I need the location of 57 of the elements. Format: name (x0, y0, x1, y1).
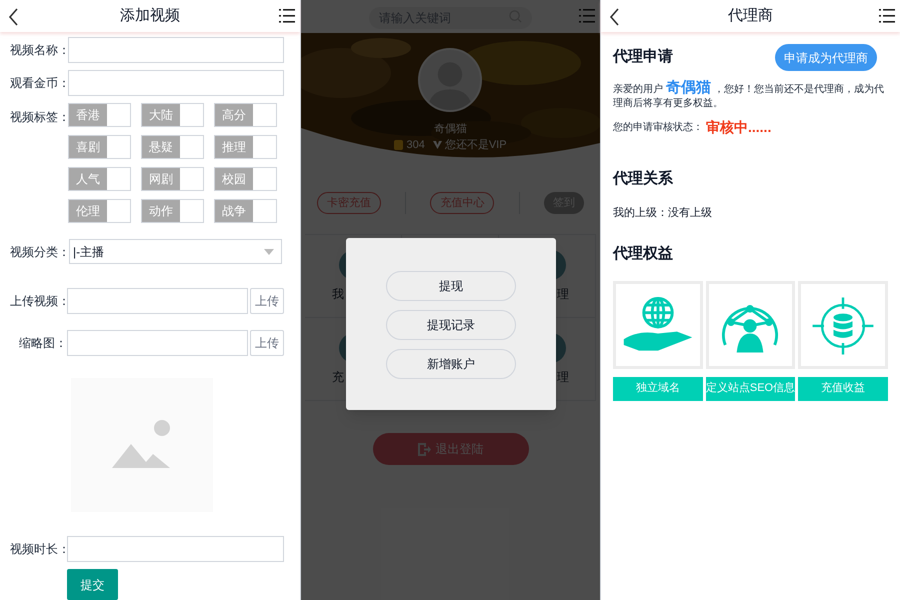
tag-checkbox[interactable]: 网剧 (141, 167, 204, 191)
field-label: 视频标签： (10, 109, 67, 126)
tag-checkbox[interactable]: 大陆 (141, 103, 204, 127)
file-input[interactable] (67, 330, 248, 356)
menu-tile-label[interactable]: 充 (332, 368, 344, 386)
benefit-label: 充值收益 (798, 376, 888, 400)
tag-checkbox[interactable]: 人气 (68, 167, 131, 191)
back-icon[interactable] (8, 7, 18, 27)
tag-checkbox[interactable]: 推理 (214, 135, 277, 159)
field-label: 视频名称： (10, 42, 67, 58)
section-heading: 代理权益 (613, 244, 674, 264)
menu-tile-label[interactable]: 理 (557, 368, 569, 386)
dialog-option-button[interactable]: 提现 (386, 271, 516, 301)
vip-status: 您还不是VIP (444, 138, 507, 153)
relation-text: 我的上级：没有上级 (613, 206, 713, 220)
page-title: 添加视频 (120, 6, 180, 26)
field-label: 视频时长： (10, 541, 67, 558)
coin-count: 304 (406, 138, 425, 153)
section-heading: 代理关系 (613, 169, 674, 189)
select-field[interactable]: |-主播 (69, 239, 282, 264)
upload-button[interactable]: 上传 (250, 288, 284, 314)
image-placeholder-icon (112, 420, 172, 470)
section-heading: 代理申请 (613, 47, 673, 68)
dropdown-arrow-icon (264, 248, 274, 254)
greeting-text: 亲爱的用户 奇偶猫 ，您好！您当前还不是代理商，成为代理商后将享有更多权益。 (613, 81, 885, 111)
field-label: 观看金币： (10, 74, 67, 92)
status-label: 您的申请审核状态： (613, 120, 703, 135)
tag-checkbox[interactable]: 高分 (214, 103, 277, 127)
tag-checkbox[interactable]: 香港 (68, 103, 131, 127)
tag-checkbox[interactable]: 战争 (214, 199, 277, 223)
back-icon[interactable] (609, 7, 619, 27)
menu-tile-label[interactable]: 我 (332, 284, 344, 302)
username: 奇偶猫 (433, 122, 468, 137)
field-label: 上传视频： (10, 293, 67, 310)
page-title: 代理商 (728, 6, 773, 26)
status-value: 审核中...... (706, 118, 772, 137)
tag-checkbox[interactable]: 伦理 (68, 199, 131, 223)
dialog-option-button[interactable]: 新增账户 (386, 349, 516, 379)
submit-button[interactable]: 提交 (67, 569, 118, 600)
tag-checkbox[interactable]: 喜剧 (68, 135, 131, 159)
field-label: 缩略图： (18, 335, 67, 352)
text-input[interactable] (68, 36, 284, 62)
tag-checkbox[interactable]: 校园 (214, 167, 277, 191)
menu-tile-label[interactable]: 理 (557, 284, 569, 302)
upload-button[interactable]: 上传 (250, 330, 284, 356)
menu-icon[interactable] (279, 8, 295, 24)
apply-button[interactable]: 申请成为代理商 (775, 44, 877, 71)
benefit-label: 定义站点SEO信息 (706, 376, 796, 400)
dialog-option-button[interactable]: 提现记录 (386, 310, 516, 340)
field-label: 视频分类： (10, 244, 67, 260)
text-input[interactable] (67, 536, 284, 562)
tag-checkbox[interactable]: 悬疑 (141, 135, 204, 159)
file-input[interactable] (67, 288, 248, 314)
text-input[interactable] (68, 70, 284, 96)
menu-icon[interactable] (879, 8, 895, 24)
tag-checkbox[interactable]: 动作 (141, 199, 204, 223)
benefit-label: 独立域名 (613, 376, 703, 400)
